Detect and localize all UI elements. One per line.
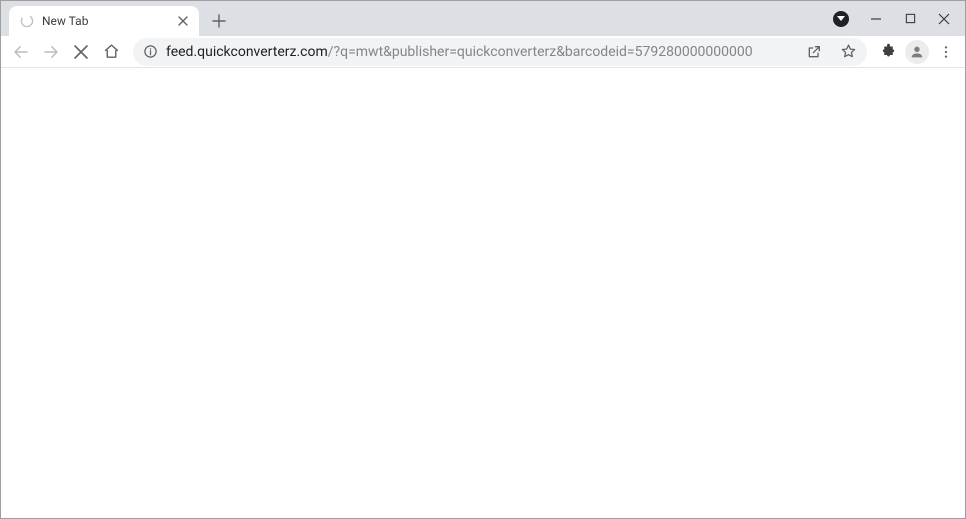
close-icon bbox=[178, 16, 188, 26]
person-icon bbox=[909, 44, 925, 60]
extensions-button[interactable] bbox=[875, 39, 901, 65]
close-window-button[interactable] bbox=[927, 4, 961, 34]
page-content bbox=[1, 68, 965, 518]
stop-button[interactable] bbox=[67, 38, 95, 66]
share-button[interactable] bbox=[801, 39, 827, 65]
tab[interactable]: New Tab bbox=[9, 6, 199, 36]
update-indicator-icon[interactable] bbox=[833, 11, 849, 27]
share-icon bbox=[806, 44, 822, 60]
arrow-left-icon bbox=[12, 43, 30, 61]
site-info-button[interactable] bbox=[143, 44, 158, 59]
home-icon bbox=[103, 43, 120, 60]
url-text: feed.quickconverterz.com/?q=mwt&publishe… bbox=[166, 44, 793, 60]
minimize-icon bbox=[870, 13, 882, 25]
kebab-menu-icon bbox=[938, 44, 954, 60]
plus-icon bbox=[212, 14, 226, 28]
back-button[interactable] bbox=[7, 38, 35, 66]
window-controls bbox=[833, 1, 965, 36]
star-icon bbox=[840, 43, 857, 60]
toolbar: feed.quickconverterz.com/?q=mwt&publishe… bbox=[1, 36, 965, 68]
forward-button[interactable] bbox=[37, 38, 65, 66]
loading-spinner-icon bbox=[19, 14, 34, 29]
puzzle-icon bbox=[880, 43, 897, 60]
new-tab-button[interactable] bbox=[205, 7, 233, 35]
bookmark-button[interactable] bbox=[835, 39, 861, 65]
home-button[interactable] bbox=[97, 38, 125, 66]
maximize-button[interactable] bbox=[893, 4, 927, 34]
tab-strip-bar: New Tab bbox=[1, 1, 965, 36]
minimize-button[interactable] bbox=[859, 4, 893, 34]
info-icon bbox=[143, 44, 158, 59]
omnibox[interactable]: feed.quickconverterz.com/?q=mwt&publishe… bbox=[133, 38, 867, 66]
arrow-right-icon bbox=[42, 43, 60, 61]
close-icon bbox=[938, 13, 950, 25]
url-host: feed.quickconverterz.com bbox=[166, 44, 328, 60]
app-menu-button[interactable] bbox=[933, 39, 959, 65]
browser-window: New Tab bbox=[0, 0, 966, 519]
tab-strip: New Tab bbox=[1, 1, 233, 36]
caret-down-icon bbox=[837, 16, 845, 21]
close-icon bbox=[74, 45, 88, 59]
url-path: /?q=mwt&publisher=quickconverterz&barcod… bbox=[328, 44, 753, 60]
maximize-icon bbox=[905, 13, 916, 24]
profile-button[interactable] bbox=[905, 40, 929, 64]
close-tab-button[interactable] bbox=[175, 13, 191, 29]
tab-title: New Tab bbox=[42, 14, 167, 28]
